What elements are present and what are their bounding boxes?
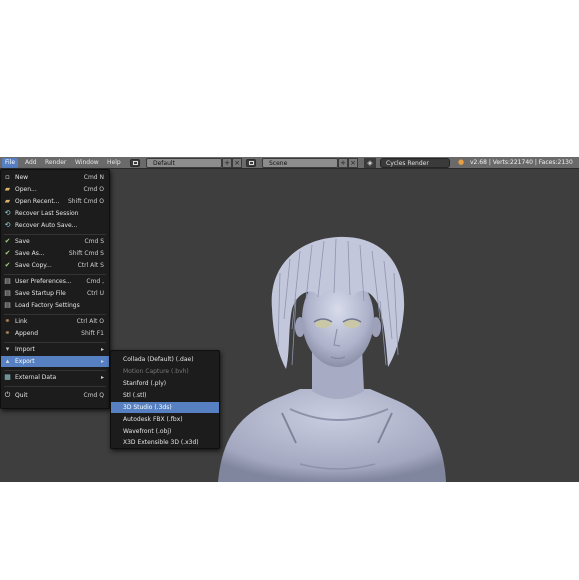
scene-icon[interactable] — [246, 159, 256, 167]
add-layout-button[interactable]: + — [222, 158, 232, 168]
export-item-collada[interactable]: Collada (Default) (.dae) — [111, 354, 219, 365]
menu-add[interactable]: Add — [22, 158, 40, 168]
submenu-arrow-icon: ▸ — [100, 374, 104, 381]
menu-separator — [4, 274, 106, 275]
render-engine-select[interactable]: Cycles Render — [380, 158, 450, 168]
file-menu: ▫ New Cmd N ▰ Open... Cmd O ▰ Open Recen… — [0, 169, 110, 409]
menu-window[interactable]: Window — [72, 158, 102, 168]
save-copy-icon: ✔ — [4, 261, 11, 269]
recover-icon: ⟲ — [4, 209, 11, 217]
link-icon: ⚭ — [4, 317, 11, 325]
menu-item-recover-auto-save[interactable]: ⟲ Recover Auto Save... — [1, 220, 109, 231]
scene-stats: v2.68 | Verts:221740 | Faces:2130 — [470, 159, 573, 166]
screen-layout-icon[interactable] — [130, 159, 140, 167]
folder-recent-icon: ▰ — [4, 197, 11, 205]
save-check-icon: ✔ — [4, 237, 11, 245]
menu-item-external-data[interactable]: ▦ External Data ▸ — [1, 372, 109, 383]
menu-help[interactable]: Help — [104, 158, 124, 168]
submenu-arrow-icon: ▸ — [100, 346, 104, 353]
external-data-icon: ▦ — [4, 373, 11, 381]
menu-separator — [4, 370, 106, 371]
save-as-icon: ✔ — [4, 249, 11, 257]
scene-field[interactable]: Scene — [262, 158, 338, 168]
menu-item-link[interactable]: ⚭ Link Ctrl Alt O — [1, 316, 109, 327]
export-icon: ▴ — [5, 357, 10, 365]
menu-item-open[interactable]: ▰ Open... Cmd O — [1, 184, 109, 195]
add-scene-button[interactable]: + — [338, 158, 348, 168]
export-item-3d-studio[interactable]: 3D Studio (.3ds) — [111, 402, 219, 413]
menu-item-quit[interactable]: ⏻ Quit Cmd Q — [1, 390, 109, 401]
remove-layout-button[interactable]: × — [232, 158, 242, 168]
export-item-stanford[interactable]: Stanford (.ply) — [111, 378, 219, 389]
layout-field[interactable]: Default — [146, 158, 222, 168]
menu-item-save-as[interactable]: ✔ Save As... Shift Cmd S — [1, 248, 109, 259]
menu-item-save-copy[interactable]: ✔ Save Copy... Ctrl Alt S — [1, 260, 109, 271]
submenu-arrow-icon: ▸ — [100, 358, 104, 365]
remove-scene-button[interactable]: × — [348, 158, 358, 168]
blender-logo-icon: ● — [457, 158, 465, 166]
info-header: File Add Render Window Help Default + × … — [0, 157, 579, 169]
export-item-x3d[interactable]: X3D Extensible 3D (.x3d) — [111, 437, 219, 448]
export-item-motion-capture[interactable]: Motion Capture (.bvh) — [111, 366, 219, 377]
blender-window: File Add Render Window Help Default + × … — [0, 157, 579, 482]
menu-item-import[interactable]: ▾ Import ▸ — [1, 344, 109, 355]
menu-separator — [4, 342, 106, 343]
factory-settings-icon: ▤ — [4, 301, 11, 309]
save-startup-icon: ▤ — [4, 289, 11, 297]
import-icon: ▾ — [5, 345, 10, 353]
power-icon: ⏻ — [4, 391, 11, 399]
preferences-icon: ▤ — [4, 277, 11, 285]
menu-item-new[interactable]: ▫ New Cmd N — [1, 172, 109, 183]
menu-item-append[interactable]: ⚭ Append Shift F1 — [1, 328, 109, 339]
menu-item-user-preferences[interactable]: ▤ User Preferences... Cmd , — [1, 276, 109, 287]
export-item-stl[interactable]: Stl (.stl) — [111, 390, 219, 401]
menu-item-load-factory-settings[interactable]: ▤ Load Factory Settings — [1, 300, 109, 311]
menu-item-open-recent[interactable]: ▰ Open Recent... Shift Cmd O — [1, 196, 109, 207]
recover-auto-icon: ⟲ — [4, 221, 11, 229]
menu-item-recover-last-session[interactable]: ⟲ Recover Last Session — [1, 208, 109, 219]
folder-open-icon: ▰ — [4, 185, 11, 193]
menu-separator — [4, 234, 106, 235]
menu-separator — [4, 386, 106, 387]
menu-render[interactable]: Render — [42, 158, 69, 168]
menu-item-save-startup-file[interactable]: ▤ Save Startup File Ctrl U — [1, 288, 109, 299]
append-icon: ⚭ — [4, 329, 11, 337]
menu-item-export[interactable]: ▴ Export ▸ — [1, 356, 109, 367]
menu-file[interactable]: File — [2, 158, 19, 168]
menu-item-save[interactable]: ✔ Save Cmd S — [1, 236, 109, 247]
scene-pin-icon[interactable]: ◈ — [364, 158, 376, 168]
export-item-wavefront[interactable]: Wavefront (.obj) — [111, 426, 219, 437]
menu-separator — [4, 314, 106, 315]
export-item-autodesk-fbx[interactable]: Autodesk FBX (.fbx) — [111, 414, 219, 425]
export-submenu: Collada (Default) (.dae) Motion Capture … — [110, 350, 220, 449]
new-file-icon: ▫ — [5, 173, 10, 181]
